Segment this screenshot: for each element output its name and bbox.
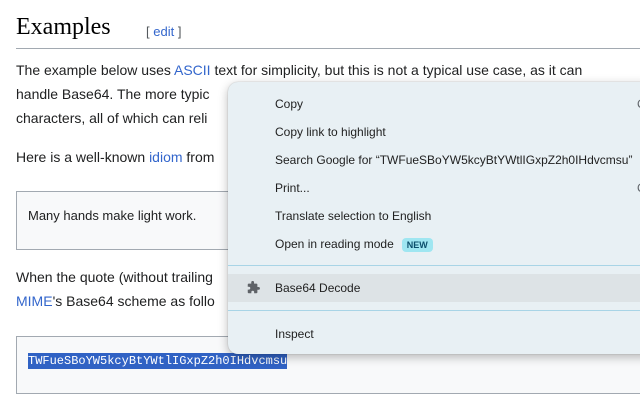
menu-item-search-label: Search Google for “TWFueSBoYW5kcyBtYWtlI… (275, 153, 632, 167)
section-heading: Examples [ edit ] (16, 14, 640, 49)
para1-line2: handle Base64. The more typic (16, 86, 210, 102)
para2-text: Here is a well-known (16, 149, 149, 165)
para2-text-b: from (183, 149, 215, 165)
menu-item-print[interactable]: Print... C (228, 174, 640, 202)
edit-section: [ edit ] (146, 24, 181, 39)
menu-item-base64-label: Base64 Decode (275, 281, 360, 295)
menu-separator (228, 310, 640, 311)
new-badge: NEW (402, 238, 433, 252)
menu-item-search-google[interactable]: Search Google for “TWFueSBoYW5kcyBtYWtlI… (228, 146, 640, 174)
para1-text-b: text for simplicity, but this is not a t… (211, 62, 583, 78)
menu-item-copy-label: Copy (275, 97, 303, 111)
menu-item-reading-mode-label: Open in reading mode (275, 237, 394, 251)
quote-text: Many hands make light work. (28, 208, 196, 223)
para1-text-a: The example below uses (16, 62, 174, 78)
para1-line1: The example below uses ASCII text for si… (16, 62, 582, 78)
para3-line2: MIME's Base64 scheme as follo (16, 293, 215, 309)
menu-item-inspect-label: Inspect (275, 327, 314, 341)
context-menu: Copy C Copy link to highlight Search Goo… (228, 82, 640, 354)
menu-item-inspect[interactable]: Inspect (228, 320, 640, 348)
selected-base64-text[interactable]: TWFueSBoYW5kcyBtYWtlIGxpZ2h0IHdvcmsu (28, 353, 287, 369)
idiom-link[interactable]: idiom (149, 149, 182, 165)
menu-item-translate-label: Translate selection to English (275, 209, 431, 223)
menu-item-print-label: Print... (275, 181, 310, 195)
menu-item-copy-link[interactable]: Copy link to highlight (228, 118, 640, 146)
menu-item-reading-mode[interactable]: Open in reading mode NEW (228, 230, 640, 258)
puzzle-piece-icon (246, 281, 260, 295)
para1-line3: characters, all of which can reli (16, 110, 207, 126)
menu-separator (228, 265, 640, 266)
menu-item-base64-decode[interactable]: Base64 Decode (228, 274, 640, 302)
ascii-link[interactable]: ASCII (174, 62, 211, 78)
para3-text-b: 's Base64 scheme as follo (53, 293, 215, 309)
edit-bracket-close: ] (174, 24, 181, 39)
edit-link[interactable]: edit (153, 24, 174, 39)
mime-link[interactable]: MIME (16, 293, 53, 309)
menu-item-copy[interactable]: Copy C (228, 90, 640, 118)
para2-line: Here is a well-known idiom from (16, 149, 214, 165)
menu-item-copy-link-label: Copy link to highlight (275, 125, 386, 139)
menu-item-translate[interactable]: Translate selection to English (228, 202, 640, 230)
para3-line1: When the quote (without trailing (16, 269, 213, 285)
section-title: Examples (16, 14, 111, 41)
